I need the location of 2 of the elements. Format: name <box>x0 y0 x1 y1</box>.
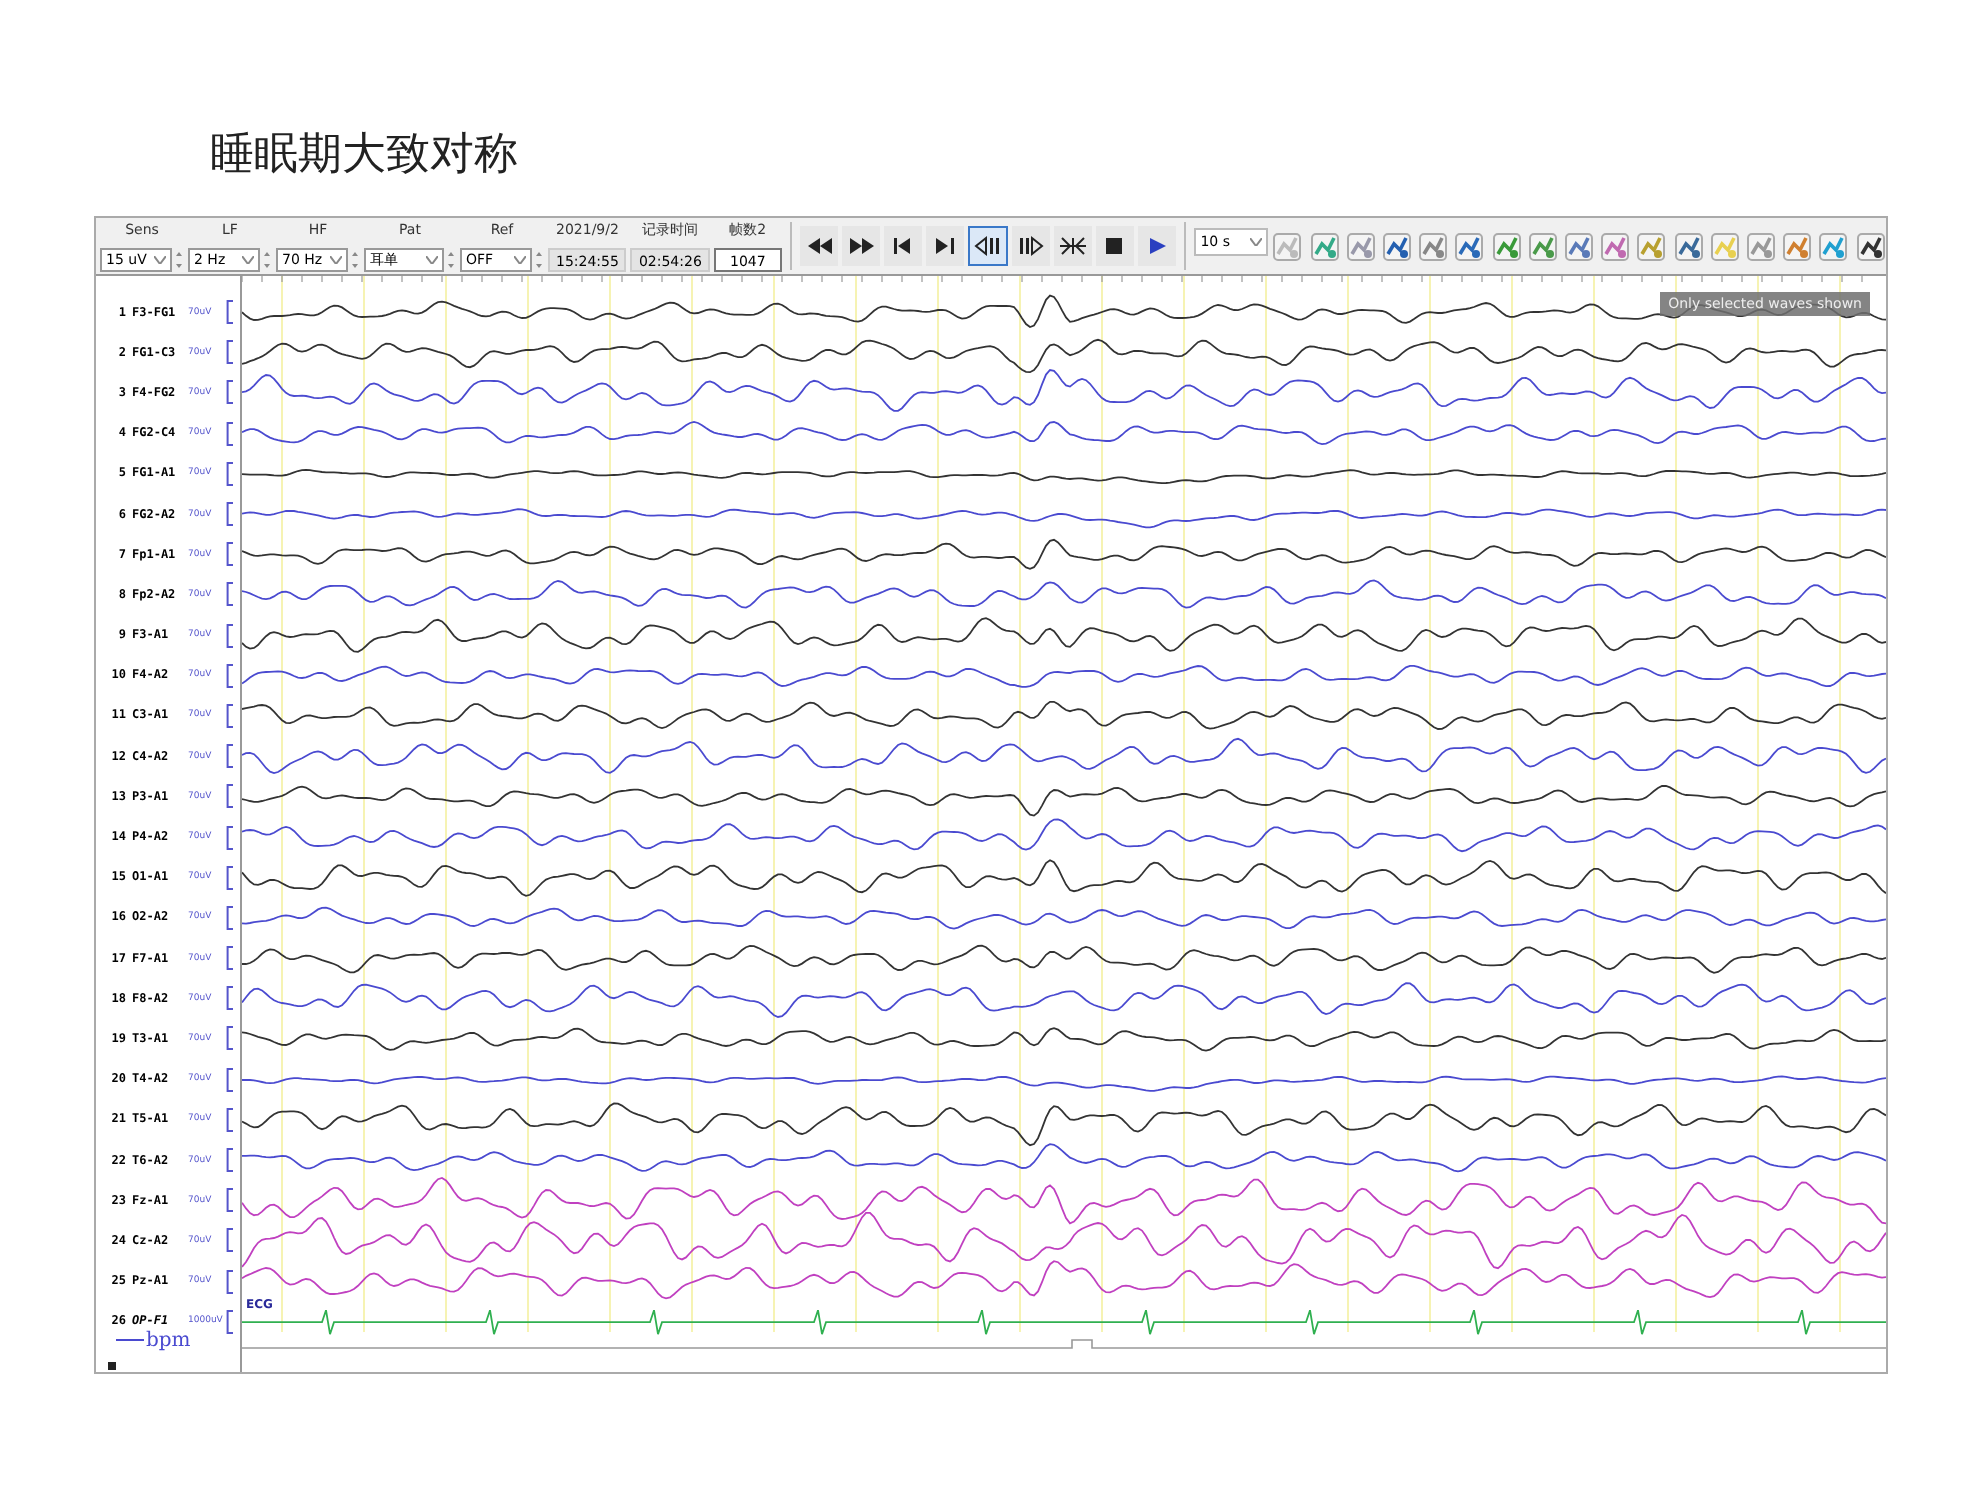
heart-rate-unit: bpm <box>146 1329 191 1352</box>
slide-title: 睡眠期大致对称 <box>210 128 518 184</box>
